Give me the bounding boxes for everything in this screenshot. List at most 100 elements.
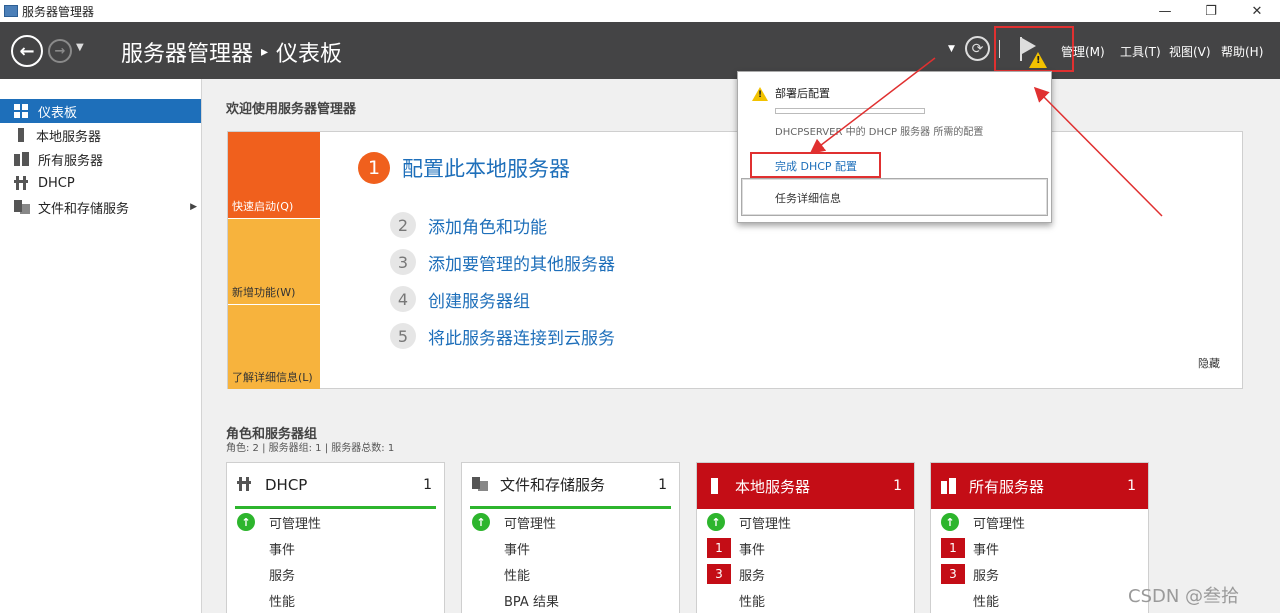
row-label: 事件 [739,542,766,558]
sidebar-item-dashboard[interactable]: 仪表板 [0,99,201,123]
step-link[interactable]: 添加要管理的其他服务器 [428,250,615,275]
tile-row[interactable]: 3 服务 [697,561,914,587]
close-button[interactable]: ✕ [1234,0,1280,22]
tile-row[interactable]: 性能 [227,587,444,613]
sidebar-item-local-server[interactable]: 本地服务器 [0,123,201,147]
refresh-button[interactable]: ⟳ [965,36,990,61]
menu-help[interactable]: 帮助(H) [1221,43,1263,60]
row-label: 事件 [504,542,531,558]
tile-header[interactable]: 所有服务器 1 [931,463,1148,509]
tile-row[interactable]: 性能 [931,587,1148,613]
role-tile-local-server[interactable]: 本地服务器 1 ↑ 可管理性 1 事件 3 服务 性能 [696,462,915,613]
tile-count: 1 [1127,478,1136,494]
tile-count: 1 [893,478,902,494]
restore-button[interactable]: ❐ [1188,0,1234,22]
step-link[interactable]: 将此服务器连接到云服务 [428,324,615,349]
hide-link[interactable]: 隐藏 [1198,355,1220,371]
menu-manage[interactable]: 管理(M) [1061,43,1105,60]
tile-name: 所有服务器 [969,477,1045,496]
tile-row[interactable]: ↑ 可管理性 [697,509,914,535]
breadcrumb-root[interactable]: 服务器管理器 [121,36,253,68]
role-tile-dhcp[interactable]: DHCP 1 ↑ 可管理性 事件 服务 性能 [226,462,445,613]
role-tile-all-servers[interactable]: 所有服务器 1 ↑ 可管理性 1 事件 3 服务 性能 [930,462,1149,613]
sidebar-item-label: 仪表板 [38,105,78,121]
step-add-roles[interactable]: 2 添加角色和功能 [390,212,547,238]
step-connect-cloud[interactable]: 5 将此服务器连接到云服务 [390,323,615,349]
step-number: 2 [390,212,416,238]
tile-count: 1 [658,476,667,493]
step-link[interactable]: 配置此本地服务器 [402,153,570,183]
arrow-right-icon: → [54,43,66,59]
row-label: 可管理性 [504,516,557,532]
tile-row[interactable]: 性能 [462,561,679,587]
minimize-button[interactable]: — [1142,0,1188,22]
step-number: 1 [358,152,390,184]
step-add-servers[interactable]: 3 添加要管理的其他服务器 [390,249,615,275]
sidebar-item-label: 文件和存储服务 [38,201,130,217]
row-label: 性能 [973,594,1000,610]
warning-exclamation: ! [1036,55,1041,66]
step-number: 3 [390,249,416,275]
tile-header[interactable]: 本地服务器 1 [697,463,914,509]
step-number: 5 [390,323,416,349]
tile-row[interactable]: 1 事件 [931,535,1148,561]
tile-row[interactable]: ↑ 可管理性 [227,509,444,535]
role-tile-file-storage[interactable]: 文件和存储服务 1 ↑ 可管理性 事件 性能 BPA 结果 [461,462,680,613]
title-bar: 服务器管理器 — ❐ ✕ [0,0,1280,22]
menu-tools[interactable]: 工具(T) [1120,43,1161,60]
tile-row[interactable]: 事件 [227,535,444,561]
alert-count-badge: 1 [941,538,965,558]
expand-arrow-icon[interactable]: ▶ [190,202,197,212]
tile-row[interactable]: ↑ 可管理性 [931,509,1148,535]
sidebar-item-all-servers[interactable]: 所有服务器 [0,147,201,171]
sidebar-item-file-storage[interactable]: 文件和存储服务 ▶ [0,195,201,219]
menu-view[interactable]: 视图(V) [1169,43,1211,60]
server-manager-app-icon [4,5,18,17]
row-label: 可管理性 [739,516,792,532]
tab-quick-start[interactable]: 快速启动(Q) [228,132,320,218]
roles-summary: 角色: 2 | 服务器组: 1 | 服务器总数: 1 [226,443,395,454]
tab-learn-more[interactable]: 了解详细信息(L) [228,305,320,389]
arrow-left-icon: ← [19,40,35,62]
header-dropdown-icon[interactable]: ▼ [948,44,955,54]
tab-whats-new[interactable]: 新增功能(W) [228,219,320,304]
back-button[interactable]: ← [11,35,43,67]
status-ok-icon: ↑ [472,513,490,531]
breadcrumb: 服务器管理器 ▸ 仪表板 [121,36,342,68]
tile-row[interactable]: 3 服务 [931,561,1148,587]
welcome-title: 欢迎使用服务器管理器 [226,102,357,117]
forward-button[interactable]: → [48,39,72,63]
step-link[interactable]: 添加角色和功能 [428,213,547,238]
tile-row[interactable]: 事件 [462,535,679,561]
row-label: 服务 [269,568,296,584]
step-create-group[interactable]: 4 创建服务器组 [390,286,530,312]
notification-description: DHCPSERVER 中的 DHCP 服务器 所需的配置 [775,127,984,138]
tile-row[interactable]: BPA 结果 [462,587,679,613]
quick-start-panel: 快速启动(Q) 新增功能(W) 了解详细信息(L) 1 配置此本地服务器 2 添… [227,131,1243,389]
step-configure-local-server[interactable]: 1 配置此本地服务器 [358,152,570,184]
row-label: 服务 [973,568,1000,584]
complete-dhcp-config-link[interactable]: 完成 DHCP 配置 [775,158,857,174]
tile-row[interactable]: 1 事件 [697,535,914,561]
tile-header[interactable]: DHCP 1 [235,463,436,509]
warning-exclamation: ! [758,90,763,100]
breadcrumb-separator: ▸ [261,44,269,60]
sidebar-item-label: 所有服务器 [38,153,104,169]
tile-count: 1 [423,476,432,493]
tile-row[interactable]: ↑ 可管理性 [462,509,679,535]
sidebar-item-dhcp[interactable]: DHCP [0,171,201,195]
tile-name: 文件和存储服务 [500,476,606,494]
nav-history-dropdown[interactable]: ▼ [76,42,84,53]
watermark: CSDN @叁拾 [1128,586,1240,607]
file-storage-icon [14,200,30,214]
task-details-label[interactable]: 任务详细信息 [775,190,841,206]
status-ok-icon: ↑ [707,513,725,531]
step-link[interactable]: 创建服务器组 [428,287,530,312]
refresh-icon: ⟳ [971,40,984,57]
window-controls: — ❐ ✕ [1142,0,1280,22]
servers-icon [14,152,30,166]
header-bar: ← → ▼ 服务器管理器 ▸ 仪表板 ▼ ⟳ ! 管理(M) 工具(T) 视图(… [0,22,1280,79]
tile-row[interactable]: 性能 [697,587,914,613]
tile-header[interactable]: 文件和存储服务 1 [470,463,671,509]
tile-row[interactable]: 服务 [227,561,444,587]
